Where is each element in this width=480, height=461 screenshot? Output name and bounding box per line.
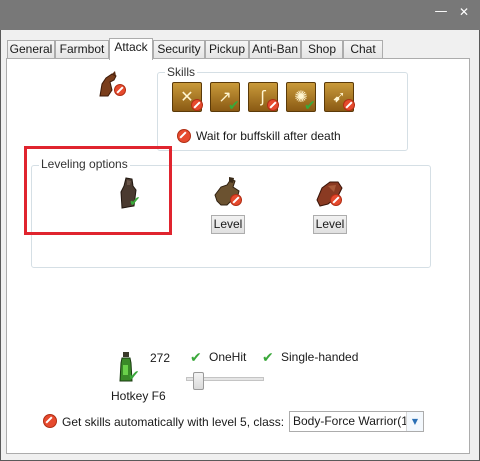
single-handed-label[interactable]: Single-handed [281, 350, 358, 364]
tab-general[interactable]: General [7, 40, 55, 59]
auto-skills-label[interactable]: Get skills automatically with level 5, c… [62, 415, 284, 429]
chevron-down-icon[interactable]: ▼ [406, 412, 423, 431]
class-select[interactable]: Body-Force Warrior(1) ▼ [289, 411, 424, 432]
class-select-value: Body-Force Warrior(1) [293, 414, 412, 428]
close-button[interactable]: ✕ [452, 0, 476, 24]
leveling-highlight-box [24, 146, 172, 235]
tab-farmbot[interactable]: Farmbot [55, 40, 109, 59]
onehit-label[interactable]: OneHit [209, 350, 246, 364]
onehit-check-icon[interactable]: ✔ [190, 351, 204, 365]
title-bar: — ✕ [0, 0, 480, 30]
tab-shop[interactable]: Shop [301, 40, 343, 59]
potion-hotkey-label: Hotkey F6 [111, 389, 166, 403]
tab-attack[interactable]: Attack [109, 38, 153, 60]
potion-count: 272 [150, 351, 171, 365]
skill-1-disabled-icon [191, 99, 203, 111]
potion-check-icon: ✔ [128, 368, 140, 384]
auto-skills-toggle-icon[interactable] [43, 414, 57, 428]
wait-buffskill-toggle-icon[interactable] [177, 129, 191, 143]
skill-2-check-icon: ✔ [228, 98, 240, 114]
beast-disabled-icon [330, 194, 342, 206]
rider-level-button[interactable]: Level [211, 215, 245, 234]
skills-group-label: Skills [165, 65, 198, 79]
skill-5-disabled-icon [343, 99, 355, 111]
rider-disabled-icon [230, 194, 242, 206]
beast-level-button[interactable]: Level [313, 215, 347, 234]
tab-security[interactable]: Security [153, 40, 205, 59]
horse-disabled-icon [114, 84, 126, 96]
single-handed-check-icon[interactable]: ✔ [262, 351, 276, 365]
skill-3-disabled-icon [267, 99, 279, 111]
potion-threshold-slider-thumb[interactable] [192, 372, 204, 390]
beast-figure-icon[interactable] [314, 178, 346, 208]
tab-chat[interactable]: Chat [343, 40, 383, 59]
tab-pickup[interactable]: Pickup [205, 40, 249, 59]
skill-4-check-icon: ✔ [304, 98, 316, 114]
minimize-button[interactable]: — [428, 0, 454, 24]
wait-buffskill-label[interactable]: Wait for buffskill after death [196, 129, 341, 143]
tab-anti-ban[interactable]: Anti-Ban [249, 40, 301, 59]
